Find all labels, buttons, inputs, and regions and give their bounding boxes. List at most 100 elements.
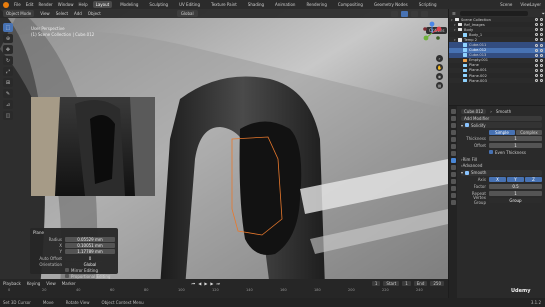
workspace-tab-compositing[interactable]: Compositing [335,1,366,8]
workspace-tab-rendering[interactable]: Rendering [303,1,329,8]
outliner[interactable]: ☰ ⏷ ▾ Scene Collection ▾ Ref_Images ▾ Body Bod… [449,9,545,105]
thickness-input[interactable]: 1 [489,136,542,142]
mode-simple-button[interactable]: Simple [489,129,515,135]
wireframe-shading-button[interactable] [391,10,398,17]
menu-help[interactable]: Help [78,2,87,7]
material-shading-button[interactable] [411,10,418,17]
view-layer-selector[interactable]: ViewLayer [520,2,541,7]
output-tab-icon[interactable] [450,123,456,128]
collapse-chevron-icon[interactable]: ▾ [461,170,463,175]
workspace-tab-uv-editing[interactable]: UV Editing [176,1,203,8]
scene-tab-icon[interactable] [450,137,456,142]
outliner-row[interactable]: ▾ Temp 2 [449,37,545,43]
radius-input[interactable]: 0.05529 mm [65,237,115,243]
object-tab-icon[interactable] [450,151,456,156]
outliner-row[interactable]: ▾ Scene Collection [449,17,545,23]
render-tab-icon[interactable] [450,116,456,121]
menu-render[interactable]: Render [38,2,52,7]
3d-viewport[interactable]: Object Mode View Select Add Object Globa… [0,9,448,288]
eye-icon[interactable] [535,63,538,67]
axis-z-button[interactable]: Z [525,177,542,183]
camera-icon[interactable] [540,63,543,67]
menu-edit[interactable]: Edit [26,2,34,7]
menu-keying[interactable]: Keying [27,281,40,286]
physics-tab-icon[interactable] [450,172,456,177]
menu-tl-view[interactable]: View [46,281,56,286]
move-tool[interactable]: ✥ [3,45,13,54]
particles-tab-icon[interactable] [450,165,456,170]
constraints-tab-icon[interactable] [450,179,456,184]
workspace-tab-modeling[interactable]: Modeling [117,1,141,8]
solid-shading-button[interactable] [401,10,408,17]
eye-icon[interactable] [535,28,538,32]
transform-orientation-selector[interactable]: Global [176,10,198,17]
tool-tab-icon[interactable] [450,109,456,114]
add-cube-tool[interactable]: ◫ [3,111,13,120]
prev-key-icon[interactable]: ◀ [198,281,201,286]
mirror-editing-checkbox[interactable] [65,268,69,273]
eye-icon[interactable] [535,43,538,47]
workspace-tab-scripting[interactable]: Scripting [416,1,440,8]
current-frame-input[interactable]: 1 [371,280,381,286]
workspace-tab-layout[interactable]: Layout [92,1,113,8]
menu-marker[interactable]: Marker [62,281,76,286]
jump-end-icon[interactable]: ⏭ [216,281,220,286]
workspace-tab-animation[interactable]: Animation [272,1,298,8]
camera-icon[interactable] [540,28,543,32]
camera-icon[interactable] [540,53,543,57]
jump-start-icon[interactable]: ⏮ [192,281,196,286]
timeline-ruler[interactable]: 0 20 40 60 80 100 120 140 160 180 200 220 240 [0,287,448,298]
camera-icon[interactable] [540,38,543,42]
texture-tab-icon[interactable] [450,200,456,205]
start-frame-input[interactable]: 1 [402,280,411,286]
menu-playback[interactable]: Playback [3,281,21,286]
outliner-search-input[interactable] [459,10,528,16]
zoom-icon[interactable]: ⌕ [436,55,443,62]
camera-icon[interactable] [540,68,543,72]
eye-icon[interactable] [535,23,538,27]
annotate-tool[interactable]: ✎ [3,89,13,98]
eye-icon[interactable] [535,68,538,72]
menu-view[interactable]: View [40,11,50,16]
mode-complex-button[interactable]: Complex [516,129,542,135]
eye-icon[interactable] [535,53,538,57]
workspace-tab-shading[interactable]: Shading [245,1,267,8]
world-tab-icon[interactable] [450,144,456,149]
menu-window[interactable]: Window [58,2,74,7]
camera-icon[interactable] [540,58,543,62]
menu-object[interactable]: Object [88,11,101,16]
display-mode-icon[interactable]: ☰ [452,11,456,16]
scale-tool[interactable]: ⤢ [3,67,13,76]
auto-offset-input[interactable]: 0 [65,255,115,261]
vertex-group-field[interactable]: Group [489,197,542,203]
factor-input[interactable]: 0.5 [489,184,542,190]
eye-icon[interactable] [535,33,538,37]
measure-tool[interactable]: ⊿ [3,100,13,109]
eye-icon[interactable] [535,38,538,42]
blender-logo-icon[interactable] [3,1,9,8]
outliner-row[interactable]: Plane.003 [449,78,545,84]
smooth-name-field[interactable]: Smooth [471,170,486,175]
cursor-tool[interactable]: ⊕ [3,34,13,43]
properties-editor[interactable]: Cube.012 › Smooth Add Modifier ▾ Solidif… [449,106,545,298]
select-box-tool[interactable]: ⬚ [3,23,13,32]
transform-tool[interactable]: ⊞ [3,78,13,87]
outliner-row[interactable]: ▾ Ref_Images [449,22,545,27]
offset-input[interactable]: 1 [489,143,542,149]
view-layer-tab-icon[interactable] [450,130,456,135]
eye-icon[interactable] [535,79,538,83]
eye-icon[interactable] [535,74,538,78]
even-thickness-checkbox[interactable] [489,150,493,155]
menu-add[interactable]: Add [74,11,82,16]
collapse-chevron-icon[interactable]: ▾ [461,123,463,128]
camera-icon[interactable]: ◉ [436,73,443,80]
proportional-editing-checkbox[interactable] [65,274,69,279]
operator-title[interactable]: Plane [33,230,115,235]
mode-selector[interactable]: Object Mode [3,10,35,17]
workspace-tab-sculpting[interactable]: Sculpting [146,1,171,8]
timeline[interactable]: Playback Keying View Marker ⏮ ◀ ▶ ▶ ⏭ 1 … [0,279,448,298]
rotate-tool[interactable]: ↻ [3,56,13,65]
pan-hand-icon[interactable]: ✋ [436,64,443,71]
add-modifier-button[interactable]: Add Modifier [461,115,542,121]
workspace-tab-texture-paint[interactable]: Texture Paint [208,1,240,8]
